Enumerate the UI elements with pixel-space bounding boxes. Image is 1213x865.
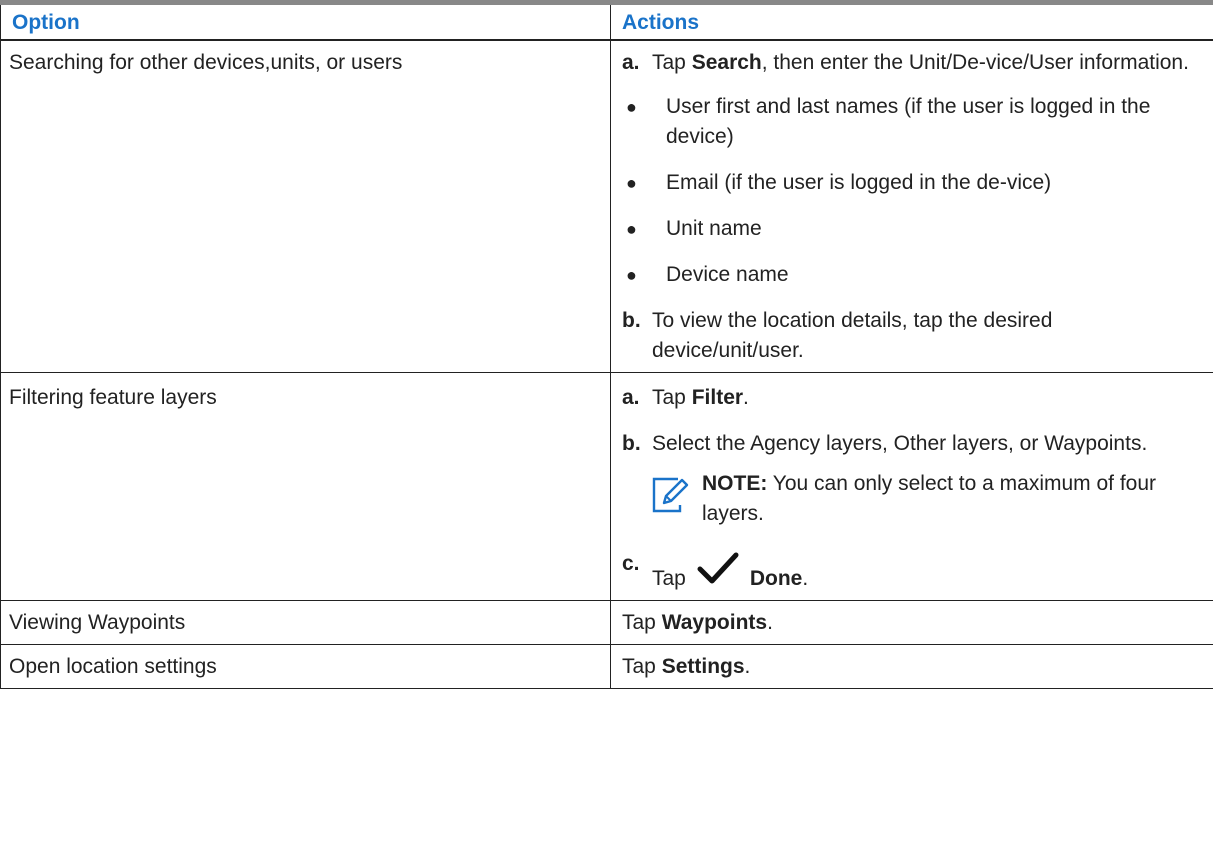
step-text-pre: Tap (652, 50, 692, 74)
step-b: b. Select the Agency layers, Other layer… (622, 429, 1202, 529)
table-row: Viewing Waypoints Tap Waypoints. (0, 599, 1213, 645)
step-text: Select the Agency layers, Other layers, … (652, 429, 1202, 529)
header-option: Option (0, 0, 611, 41)
options-table: Option Actions Searching for other devic… (0, 0, 1213, 689)
step-text-main: Select the Agency layers, Other layers, … (652, 431, 1148, 455)
actions-cell: Tap Settings. (610, 643, 1213, 689)
step-text-post: . (802, 566, 809, 590)
table-row: Searching for other devices,units, or us… (0, 39, 1213, 373)
note-body: You can only select to a maximum of four… (702, 471, 1157, 525)
option-cell: Filtering feature layers (0, 371, 611, 601)
note-pencil-icon (650, 475, 696, 521)
step-text-pre: Tap (652, 566, 686, 590)
step-text-post: . (743, 385, 749, 409)
bullet-text: Unit name (666, 216, 762, 240)
actions-cell: a. Tap Search, then enter the Unit/De-vi… (610, 39, 1213, 373)
option-cell: Open location settings (0, 643, 611, 689)
actions-cell: Tap Waypoints. (610, 599, 1213, 645)
bullet-icon: ● (626, 264, 637, 285)
step-text: To view the location details, tap the de… (652, 308, 1053, 362)
bullet-icon: ● (626, 172, 637, 193)
list-item: ● Device name (622, 260, 1202, 290)
bullet-icon: ● (626, 96, 637, 117)
action-text-post: . (767, 610, 773, 634)
step-text-pre: Tap (652, 385, 692, 409)
step-text: Tap Done. (652, 549, 1202, 594)
step-label: b. (622, 308, 641, 332)
checkmark-icon (694, 549, 742, 589)
step-text: Tap Search, then enter the Unit/De-vice/… (652, 48, 1202, 78)
bullet-list: ● User first and last names (if the user … (622, 92, 1202, 290)
table-row: Open location settings Tap Settings. (0, 643, 1213, 689)
step-keyword: Filter (691, 385, 744, 409)
header-actions: Actions (610, 0, 1213, 41)
step-label: a. (622, 385, 640, 409)
option-cell: Searching for other devices,units, or us… (0, 39, 611, 373)
action-text-post: . (744, 654, 751, 678)
bullet-text: User first and last names (if the user i… (666, 94, 1151, 148)
list-item: ● Unit name (622, 214, 1202, 244)
bullet-text: Device name (666, 262, 789, 286)
step-keyword: Search (691, 50, 762, 74)
list-item: ● Email (if the user is logged in the de-… (622, 168, 1202, 198)
step-b: b. To view the location details, tap the… (622, 306, 1202, 366)
step-label: c. (622, 551, 640, 575)
note-block: NOTE: You can only select to a maximum o… (652, 469, 1202, 529)
table-row: Filtering feature layers a. Tap Filter. … (0, 371, 1213, 601)
action-text-pre: Tap (622, 610, 662, 634)
bullet-icon: ● (626, 218, 637, 239)
list-item: ● User first and last names (if the user … (622, 92, 1202, 152)
bullet-text: Email (if the user is logged in the de-v… (666, 170, 1052, 194)
step-a: a. Tap Filter. (622, 383, 1202, 413)
action-keyword: Waypoints (661, 610, 768, 634)
action-text-pre: Tap (622, 654, 662, 678)
option-cell: Viewing Waypoints (0, 599, 611, 645)
step-label: a. (622, 50, 640, 74)
step-text: Tap Filter. (652, 383, 1202, 413)
action-keyword: Settings (661, 654, 745, 678)
table-header-row: Option Actions (0, 0, 1213, 41)
step-c: c. Tap Done. (622, 549, 1202, 594)
step-label: b. (622, 431, 641, 455)
actions-cell: a. Tap Filter. b. Select the Agency laye… (610, 371, 1213, 601)
step-a: a. Tap Search, then enter the Unit/De-vi… (622, 48, 1202, 78)
step-keyword: Done (749, 566, 803, 590)
note-label: NOTE: (702, 471, 768, 495)
step-text-post: , then enter the Unit/De-vice/User infor… (761, 50, 1189, 74)
note-text: NOTE: You can only select to a maximum o… (702, 469, 1202, 529)
